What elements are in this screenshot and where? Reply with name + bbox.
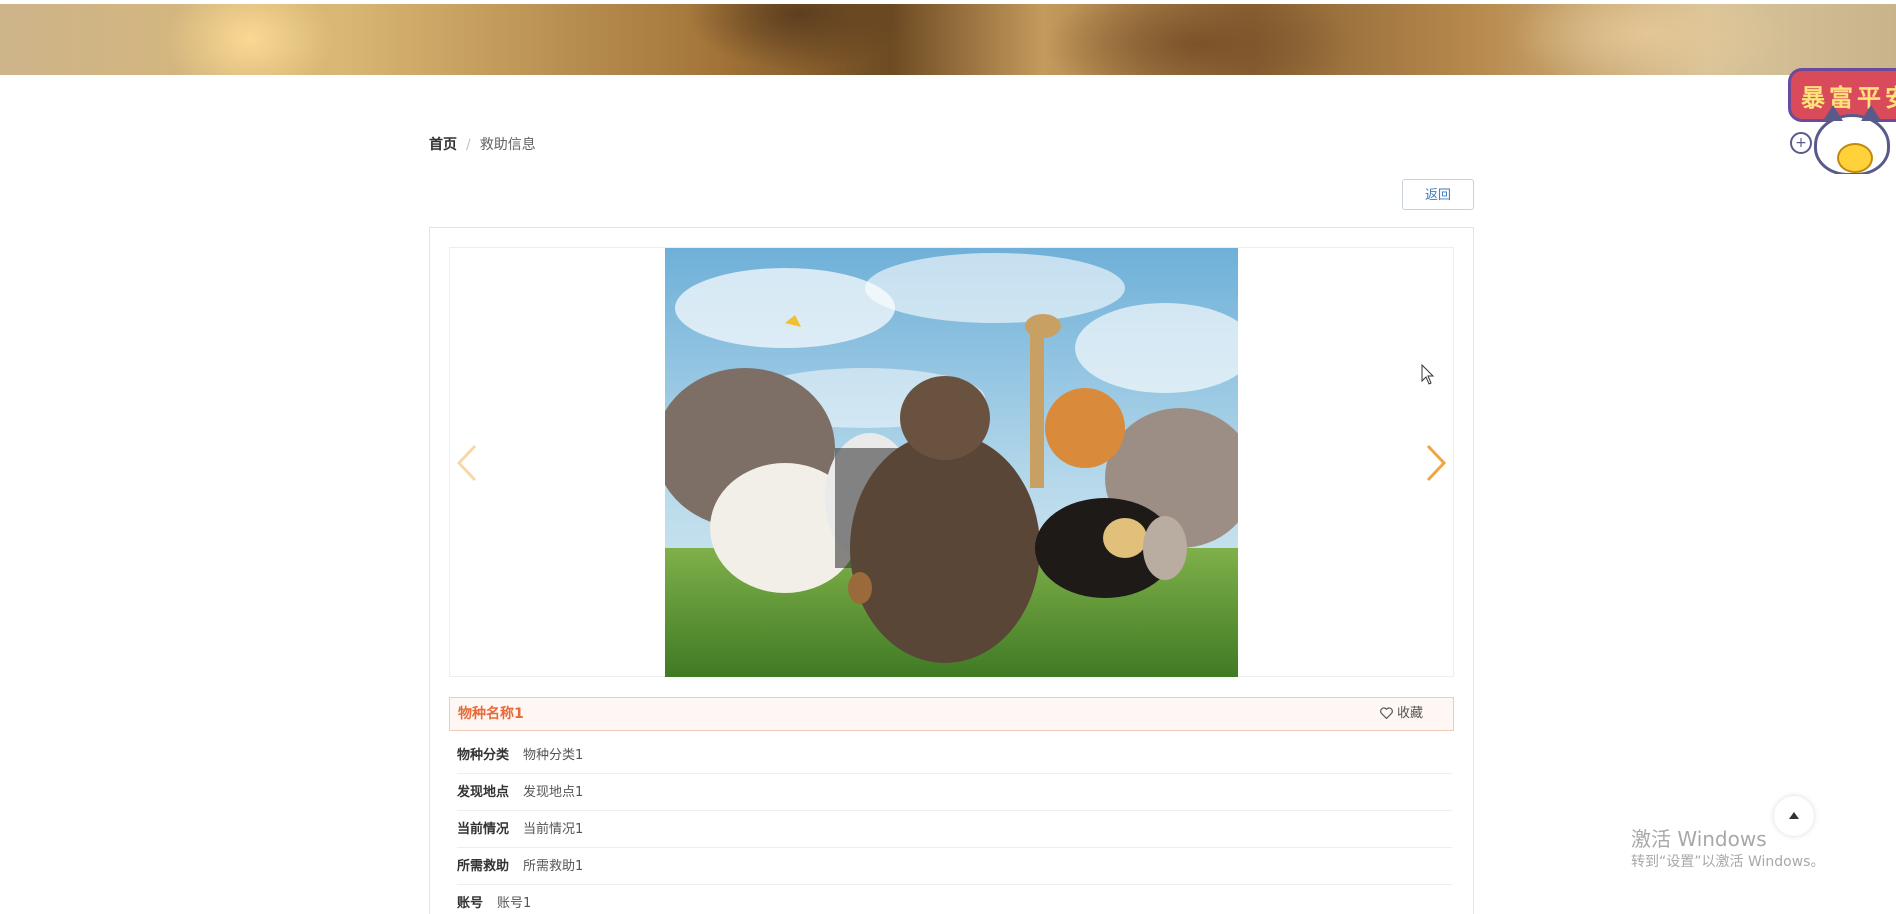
animals-photo <box>665 248 1238 677</box>
page: 暴富平安 + 首页 / 救助信息 返回 <box>0 0 1896 914</box>
heart-outline-icon <box>1380 707 1393 720</box>
coin-icon <box>1837 143 1873 173</box>
watermark-title: 激活 Windows <box>1631 827 1767 851</box>
favorite-label: 收藏 <box>1396 706 1423 721</box>
info-label: 所需救助 <box>457 859 510 874</box>
detail-card: 物种名称1 收藏 物种分类 物种分类1 发现地点 发现地点1 当前情况 当前情况1 所… <box>429 227 1474 914</box>
info-row-account: 账号 账号1 <box>457 886 1452 914</box>
header-banner-image <box>0 4 1896 75</box>
back-button[interactable]: 返回 <box>1402 179 1474 210</box>
cat-ear-left <box>1823 105 1843 121</box>
carousel-image-animals <box>665 248 1238 677</box>
caret-up-icon <box>1789 812 1799 819</box>
chevron-left-icon <box>456 444 477 482</box>
breadcrumb: 首页 / 救助信息 <box>429 135 536 155</box>
plus-icon: + <box>1790 132 1812 154</box>
chevron-right-icon <box>1426 444 1447 482</box>
mascot-decoration: 暴富平安 + <box>1784 62 1896 174</box>
breadcrumb-home[interactable]: 首页 <box>429 137 457 153</box>
carousel-prev-button[interactable] <box>453 443 483 483</box>
detail-title-bar: 物种名称1 收藏 <box>449 697 1454 731</box>
info-value: 所需救助1 <box>523 859 584 874</box>
watermark-subtitle: 转到“设置”以激活 Windows。 <box>1631 854 1825 870</box>
info-value: 当前情况1 <box>523 822 584 837</box>
windows-activation-watermark: 激活 Windows 转到“设置”以激活 Windows。 <box>1631 826 1824 872</box>
favorite-button[interactable]: 收藏 <box>1380 698 1423 730</box>
info-label: 当前情况 <box>457 822 510 837</box>
info-row-current-status: 当前情况 当前情况1 <box>457 812 1452 848</box>
info-label: 账号 <box>457 896 484 911</box>
info-label: 物种分类 <box>457 748 510 763</box>
image-carousel <box>449 247 1454 677</box>
info-row-needed-rescue: 所需救助 所需救助1 <box>457 849 1452 885</box>
breadcrumb-separator: / <box>466 137 471 153</box>
info-label: 发现地点 <box>457 785 510 800</box>
carousel-next-button[interactable] <box>1420 443 1450 483</box>
mouse-cursor-icon <box>1421 364 1435 385</box>
info-row-found-location: 发现地点 发现地点1 <box>457 775 1452 811</box>
species-name: 物种名称1 <box>458 706 524 722</box>
info-row-species-category: 物种分类 物种分类1 <box>457 738 1452 774</box>
breadcrumb-current: 救助信息 <box>479 137 536 153</box>
mascot-cat <box>1814 105 1890 174</box>
info-value: 物种分类1 <box>523 748 584 763</box>
info-value: 账号1 <box>497 896 532 911</box>
cat-ear-right <box>1861 105 1881 121</box>
info-value: 发现地点1 <box>523 785 584 800</box>
